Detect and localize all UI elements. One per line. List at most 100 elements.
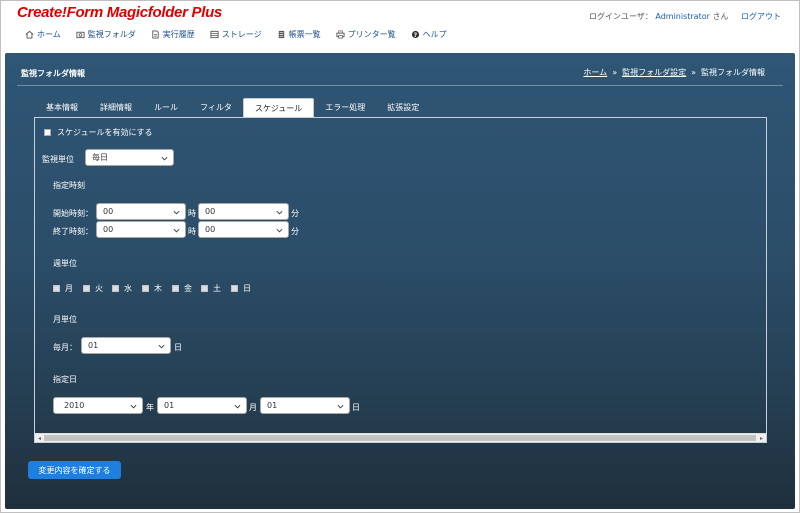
scroll-left-icon[interactable]: ◂: [36, 435, 43, 442]
login-prefix: ログインユーザ：: [588, 12, 653, 21]
nav-label: ホーム: [37, 30, 61, 39]
nav-label: 監視フォルダ: [87, 30, 136, 39]
schedule-content: スケジュールを有効にする 監視単位 毎日 指定時刻 開始時刻： 00 時 00 …: [34, 117, 767, 443]
nav-form-list[interactable]: 帳票一覧: [277, 29, 321, 40]
printer-icon: [336, 30, 345, 39]
start-hour-select[interactable]: 00: [96, 203, 186, 220]
scrollbar-thumb[interactable]: [44, 435, 756, 441]
weekday-thu-checkbox[interactable]: [142, 285, 149, 292]
end-hour-select[interactable]: 00: [96, 221, 186, 238]
page-title: 監視フォルダ情報: [21, 69, 85, 78]
unit-value: 毎日: [92, 153, 108, 162]
breadcrumb-current: 監視フォルダ情報: [701, 68, 765, 77]
logout-link[interactable]: ログアウト: [741, 12, 781, 21]
unit-label: 監視単位: [42, 155, 74, 164]
chevron-down-icon: [276, 210, 283, 215]
month-suffix: 月: [249, 403, 257, 412]
breadcrumb: ホーム » 監視フォルダ設定 » 監視フォルダ情報: [583, 67, 765, 78]
chevron-down-icon: [337, 404, 344, 409]
chevron-down-icon: [161, 156, 168, 161]
week-section-label: 週単位: [53, 259, 77, 268]
chevron-down-icon: [158, 344, 165, 349]
hour-suffix: 時: [188, 227, 196, 236]
end-minute-value: 00: [205, 225, 216, 234]
nav-home[interactable]: ホーム: [25, 29, 61, 40]
storage-icon: [210, 30, 219, 39]
monthly-day-value: 01: [88, 341, 99, 350]
year-select[interactable]: 2010: [53, 397, 143, 414]
month-section-label: 月単位: [53, 315, 77, 324]
tab-basic-info[interactable]: 基本情報: [35, 98, 89, 117]
home-icon: [25, 30, 34, 39]
date-suffix: 日: [352, 403, 360, 412]
month-value: 01: [164, 401, 175, 410]
nav-label: 実行履歴: [162, 30, 195, 39]
date-select[interactable]: 01: [260, 397, 350, 414]
breadcrumb-separator: »: [691, 68, 696, 77]
enable-schedule-label: スケジュールを有効にする: [57, 128, 153, 137]
chevron-down-icon: [276, 228, 283, 233]
user-bar: ログインユーザ： Administrator さん ログアウト: [589, 11, 781, 22]
chevron-down-icon: [173, 210, 180, 215]
weekday-thu-label: 木: [154, 284, 162, 293]
confirm-changes-button[interactable]: 変更内容を確定する: [28, 461, 121, 479]
date-section-label: 指定日: [53, 375, 77, 384]
user-name: Administrator: [655, 12, 710, 21]
weekday-sun-checkbox[interactable]: [231, 285, 238, 292]
scroll-right-icon[interactable]: ▸: [758, 435, 765, 442]
year-value: 2010: [64, 401, 85, 410]
unit-select[interactable]: 毎日: [85, 149, 174, 166]
breadcrumb-monitor-settings[interactable]: 監視フォルダ設定: [622, 68, 686, 77]
tab-schedule[interactable]: スケジュール: [242, 98, 315, 117]
chevron-down-icon: [173, 228, 180, 233]
horizontal-scrollbar[interactable]: ◂ ▸: [35, 433, 766, 442]
header: Create!Form Magicfolder Plus ログインユーザ： Ad…: [1, 1, 799, 49]
weekday-tue-checkbox[interactable]: [83, 285, 90, 292]
main-panel: 監視フォルダ情報 ホーム » 監視フォルダ設定 » 監視フォルダ情報 基本情報 詳細情報…: [5, 53, 795, 509]
start-minute-select[interactable]: 00: [198, 203, 289, 220]
start-minute-value: 00: [205, 207, 216, 216]
tab-error-handling[interactable]: エラー処理: [314, 98, 376, 117]
year-suffix: 年: [146, 403, 154, 412]
date-value: 01: [267, 401, 278, 410]
tab-rules[interactable]: ルール: [143, 98, 189, 117]
weekday-mon-label: 月: [65, 284, 73, 293]
nav-printers[interactable]: プリンター覧: [336, 29, 396, 40]
nav-history[interactable]: 実行履歴: [151, 29, 195, 40]
nav-monitor-folder[interactable]: 監視フォルダ: [76, 29, 136, 40]
monthly-day-select[interactable]: 01: [81, 337, 171, 354]
document-icon: [152, 30, 159, 39]
breadcrumb-home[interactable]: ホーム: [583, 68, 607, 77]
nav-label: 帳票一覧: [288, 30, 321, 39]
monthly-label: 毎月：: [53, 343, 77, 352]
folder-monitor-icon: [76, 31, 85, 39]
user-suffix: さん: [712, 12, 729, 21]
tab-extended-settings[interactable]: 拡張設定: [376, 98, 430, 117]
weekday-wed-label: 水: [124, 284, 132, 293]
minute-suffix: 分: [291, 209, 299, 218]
weekday-sat-label: 土: [213, 284, 221, 293]
tab-filter[interactable]: フィルタ: [189, 98, 243, 117]
end-time-label: 終了時刻：: [53, 227, 93, 236]
weekday-mon-checkbox[interactable]: [53, 285, 60, 292]
weekday-sun-label: 日: [243, 284, 251, 293]
end-minute-select[interactable]: 00: [198, 221, 289, 238]
start-time-label: 開始時刻：: [53, 209, 93, 218]
weekday-tue-label: 火: [95, 284, 103, 293]
hour-suffix: 時: [188, 209, 196, 218]
month-select[interactable]: 01: [157, 397, 247, 414]
end-hour-value: 00: [103, 225, 114, 234]
nav-storage[interactable]: ストレージ: [210, 29, 262, 40]
weekday-fri-checkbox[interactable]: [172, 285, 179, 292]
title-divider: [17, 85, 783, 86]
start-hour-value: 00: [103, 207, 114, 216]
tab-detail-info[interactable]: 詳細情報: [89, 98, 143, 117]
time-section-label: 指定時刻: [53, 181, 85, 190]
weekday-fri-label: 金: [184, 284, 192, 293]
nav-label: ストレージ: [221, 30, 262, 39]
weekday-sat-checkbox[interactable]: [201, 285, 208, 292]
tab-bar: 基本情報 詳細情報 ルール フィルタ スケジュール エラー処理 拡張設定: [35, 98, 430, 117]
nav-help[interactable]: ? ヘルプ: [411, 29, 447, 40]
enable-schedule-checkbox[interactable]: [44, 129, 51, 136]
weekday-wed-checkbox[interactable]: [112, 285, 119, 292]
